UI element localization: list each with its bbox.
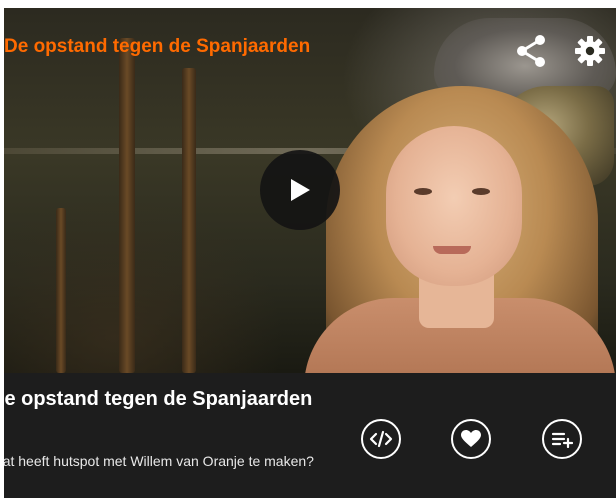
video-title[interactable]: De opstand tegen de Spanjaarden xyxy=(4,36,310,58)
presenter-face xyxy=(386,126,522,286)
favorite-button[interactable] xyxy=(451,419,491,459)
add-to-playlist-button[interactable] xyxy=(542,419,582,459)
presenter-eye xyxy=(472,188,490,195)
video-description: Wat heeft hutspot met Willem van Oranje … xyxy=(4,453,314,469)
settings-button[interactable] xyxy=(572,33,608,69)
share-button[interactable] xyxy=(513,33,549,69)
presenter-mouth xyxy=(433,246,471,254)
play-icon xyxy=(291,179,310,201)
embed-code-icon xyxy=(369,430,393,448)
gear-icon xyxy=(575,36,605,66)
background-sword xyxy=(56,208,66,373)
video-frame[interactable]: De opstand tegen de Spanjaarden xyxy=(4,8,616,373)
video-info-title: De opstand tegen de Spanjaarden xyxy=(4,388,313,410)
play-button[interactable] xyxy=(260,150,340,230)
presenter-eye xyxy=(414,188,432,195)
embed-button[interactable] xyxy=(361,419,401,459)
background-sword xyxy=(182,68,196,373)
share-icon xyxy=(517,35,545,67)
add-to-playlist-icon xyxy=(551,432,573,448)
video-info-bar: De opstand tegen de Spanjaarden Wat heef… xyxy=(4,373,616,498)
heart-icon xyxy=(461,430,481,447)
background-sword xyxy=(119,38,135,373)
video-player: De opstand tegen de Spanjaarden De opsta… xyxy=(4,8,616,498)
